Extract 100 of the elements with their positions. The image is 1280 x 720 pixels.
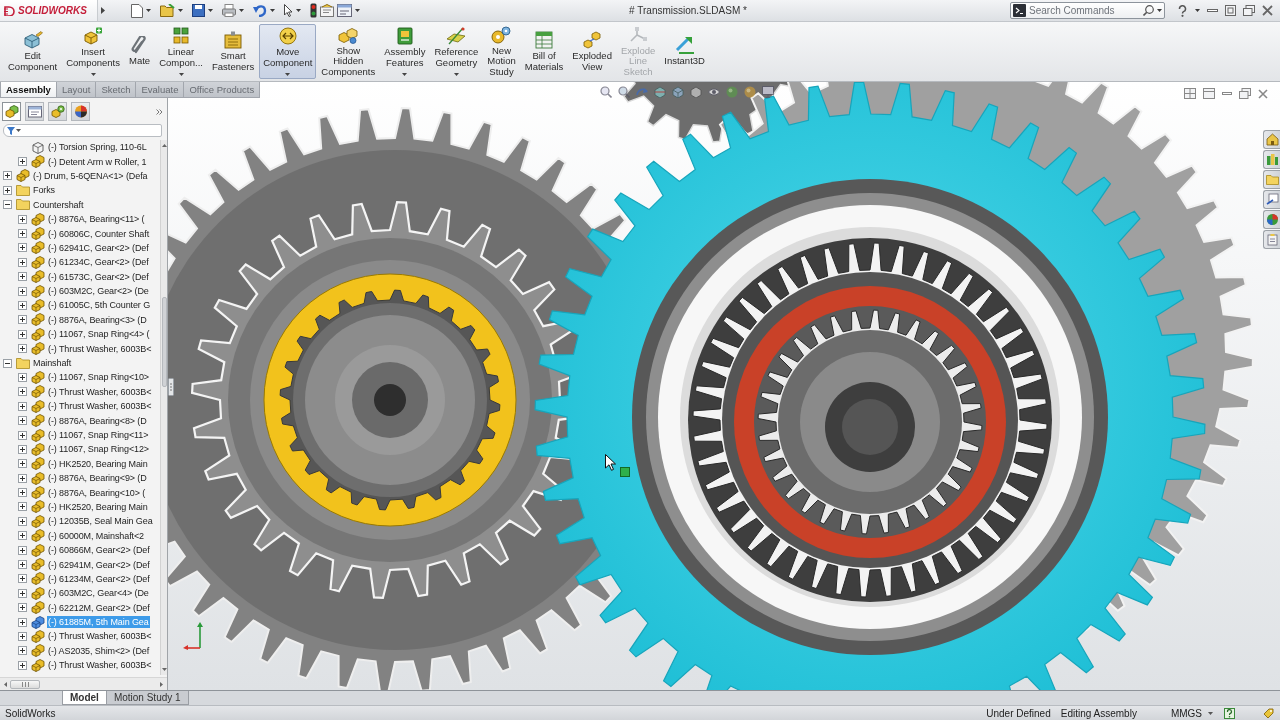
caret-icon[interactable] xyxy=(270,9,275,12)
tree-item[interactable]: (-) Thrust Washer, 6003B< xyxy=(47,659,153,672)
expand-toggle-icon[interactable] xyxy=(18,387,27,397)
grid-window-icon[interactable] xyxy=(1184,88,1196,99)
tree-item[interactable]: Forks xyxy=(32,184,56,197)
expand-toggle-icon[interactable] xyxy=(18,459,27,469)
ribbon-button[interactable]: Edit Component xyxy=(4,24,62,79)
expand-toggle-icon[interactable] xyxy=(18,660,27,670)
tree-item[interactable]: (-) Torsion Spring, 110-6L xyxy=(47,141,148,154)
tree-item[interactable]: (-) 8876A, Bearing<10> ( xyxy=(47,486,147,499)
caret-icon[interactable] xyxy=(285,73,291,76)
scrollbar-thumb[interactable] xyxy=(161,297,167,387)
horizontal-scrollbar[interactable] xyxy=(0,677,167,690)
tree-item[interactable]: (-) 60000M, Mainshaft<2 xyxy=(47,529,145,542)
caret-icon[interactable] xyxy=(453,73,459,76)
filter-field[interactable] xyxy=(3,124,162,137)
search-field[interactable]: Search Commands xyxy=(1010,2,1165,19)
expand-toggle-icon[interactable] xyxy=(18,473,27,483)
expand-toggle-icon[interactable] xyxy=(18,272,27,282)
tree-item[interactable]: (-) 60806C, Counter Shaft xyxy=(47,227,151,240)
expand-toggle-icon[interactable] xyxy=(18,243,27,253)
expand-toggle-icon[interactable] xyxy=(18,214,27,224)
tree-item[interactable]: (-) Thrust Washer, 6003B< xyxy=(47,400,153,413)
splitter-handle-icon[interactable] xyxy=(168,378,174,396)
expand-toggle-icon[interactable] xyxy=(18,574,27,584)
tree-item[interactable]: (-) Thrust Washer, 6003B< xyxy=(47,630,153,643)
tree-item[interactable]: (-) 8876A, Bearing<8> (D xyxy=(47,414,148,427)
expand-toggle-icon[interactable] xyxy=(3,185,12,195)
tree-item[interactable]: (-) 60866M, Gear<2> (Def xyxy=(47,544,151,557)
caret-icon[interactable] xyxy=(90,73,96,76)
double-chevron-icon[interactable] xyxy=(156,108,163,115)
tree-item[interactable]: (-) 8876A, Bearing<11> ( xyxy=(47,213,146,226)
tree-item[interactable]: (-) 62941M, Gear<2> (Def xyxy=(47,558,151,571)
tree-item[interactable]: (-) 603M2C, Gear<4> (De xyxy=(47,587,150,600)
scrollbar-thumb[interactable] xyxy=(10,679,40,689)
search-input[interactable]: Search Commands xyxy=(1029,4,1140,17)
ribbon-button[interactable]: Mate xyxy=(125,24,155,79)
right-arrow-icon[interactable] xyxy=(160,681,163,687)
printer-icon[interactable] xyxy=(222,4,236,17)
panel-tab[interactable] xyxy=(71,102,90,121)
restore-icon[interactable] xyxy=(1239,88,1251,99)
expand-toggle-icon[interactable] xyxy=(18,416,27,426)
ribbon-button[interactable]: Insert Components xyxy=(62,24,124,79)
caret-icon[interactable] xyxy=(178,9,183,12)
task-pane-tab[interactable] xyxy=(1263,210,1280,229)
expand-toggle-icon[interactable] xyxy=(18,502,27,512)
task-pane-tab[interactable] xyxy=(1263,130,1280,149)
bottom-tab[interactable]: Model xyxy=(62,691,107,705)
tree-item[interactable]: Countershaft xyxy=(32,198,85,211)
pointer-icon[interactable] xyxy=(284,4,293,17)
folder-icon[interactable] xyxy=(160,4,175,17)
task-pane-tab[interactable] xyxy=(1263,230,1280,249)
window-icon[interactable] xyxy=(337,4,352,17)
caret-icon[interactable] xyxy=(402,73,408,76)
eye-icon[interactable] xyxy=(708,86,720,98)
ribbon-button[interactable]: Smart Fasteners xyxy=(207,24,259,79)
search-icon[interactable] xyxy=(1143,5,1154,16)
expand-toggle-icon[interactable] xyxy=(18,444,27,454)
expand-toggle-icon[interactable] xyxy=(18,545,27,555)
expand-toggle-icon[interactable] xyxy=(18,329,27,339)
restore-icon[interactable] xyxy=(1243,5,1255,16)
expand-toggle-icon[interactable] xyxy=(18,430,27,440)
expand-toggle-icon[interactable] xyxy=(18,315,27,325)
tree-item[interactable]: (-) 12035B, Seal Main Gea xyxy=(47,515,154,528)
minimize-icon[interactable] xyxy=(1207,9,1218,12)
caret-icon[interactable] xyxy=(355,9,360,12)
down-arrow-icon[interactable] xyxy=(161,668,167,671)
expand-toggle-icon[interactable] xyxy=(18,286,27,296)
expand-toggle-icon[interactable] xyxy=(18,588,27,598)
units-selector[interactable]: MMGS xyxy=(1170,707,1202,719)
expand-toggle-icon[interactable] xyxy=(18,401,27,411)
help-icon[interactable] xyxy=(1177,4,1188,17)
tree-item[interactable]: (-) 8876A, Bearing<9> (D xyxy=(47,472,148,485)
curved-arrow-icon[interactable] xyxy=(636,86,648,98)
tree-item[interactable]: (-) 11067, Snap Ring<4> ( xyxy=(47,328,151,341)
ribbon-tab[interactable]: Office Products xyxy=(183,82,261,98)
caret-icon[interactable] xyxy=(1157,9,1162,12)
expand-toggle-icon[interactable] xyxy=(18,372,27,382)
ribbon-button[interactable]: New Motion Study xyxy=(483,24,520,79)
tree-item[interactable]: (-) Thrust Washer, 6003B< xyxy=(47,385,153,398)
collapse-toggle-icon[interactable] xyxy=(3,358,12,368)
tree-item[interactable]: (-) Drum, 5-6QENA<1> (Defa xyxy=(32,169,149,182)
tree-item[interactable]: (-) Detent Arm w Roller, 1 xyxy=(47,155,148,168)
ribbon-button[interactable]: Reference Geometry xyxy=(430,24,483,79)
ribbon-button[interactable]: Instant3D xyxy=(660,24,709,79)
expand-toggle-icon[interactable] xyxy=(18,531,27,541)
up-arrow-icon[interactable] xyxy=(161,144,167,147)
tree-item[interactable]: (-) 61234M, Gear<2> (Def xyxy=(47,572,151,585)
caret-icon[interactable] xyxy=(1195,9,1200,12)
minimize-icon[interactable] xyxy=(1222,92,1232,95)
vertical-scrollbar[interactable] xyxy=(160,140,167,675)
tree-item[interactable]: (-) 11067, Snap Ring<11> xyxy=(47,429,150,441)
expand-toggle-icon[interactable] xyxy=(18,560,27,569)
expand-toggle-icon[interactable] xyxy=(18,617,27,627)
new-document-icon[interactable] xyxy=(131,3,143,18)
caret-icon[interactable] xyxy=(16,129,21,132)
ribbon-button[interactable]: Linear Compon... xyxy=(155,24,207,79)
ribbon-tab[interactable]: Assembly xyxy=(0,82,57,98)
tree-item[interactable]: (-) HK2520, Bearing Main xyxy=(47,500,149,513)
tree-item[interactable]: (-) 8876A, Bearing<3> (D xyxy=(47,313,148,326)
